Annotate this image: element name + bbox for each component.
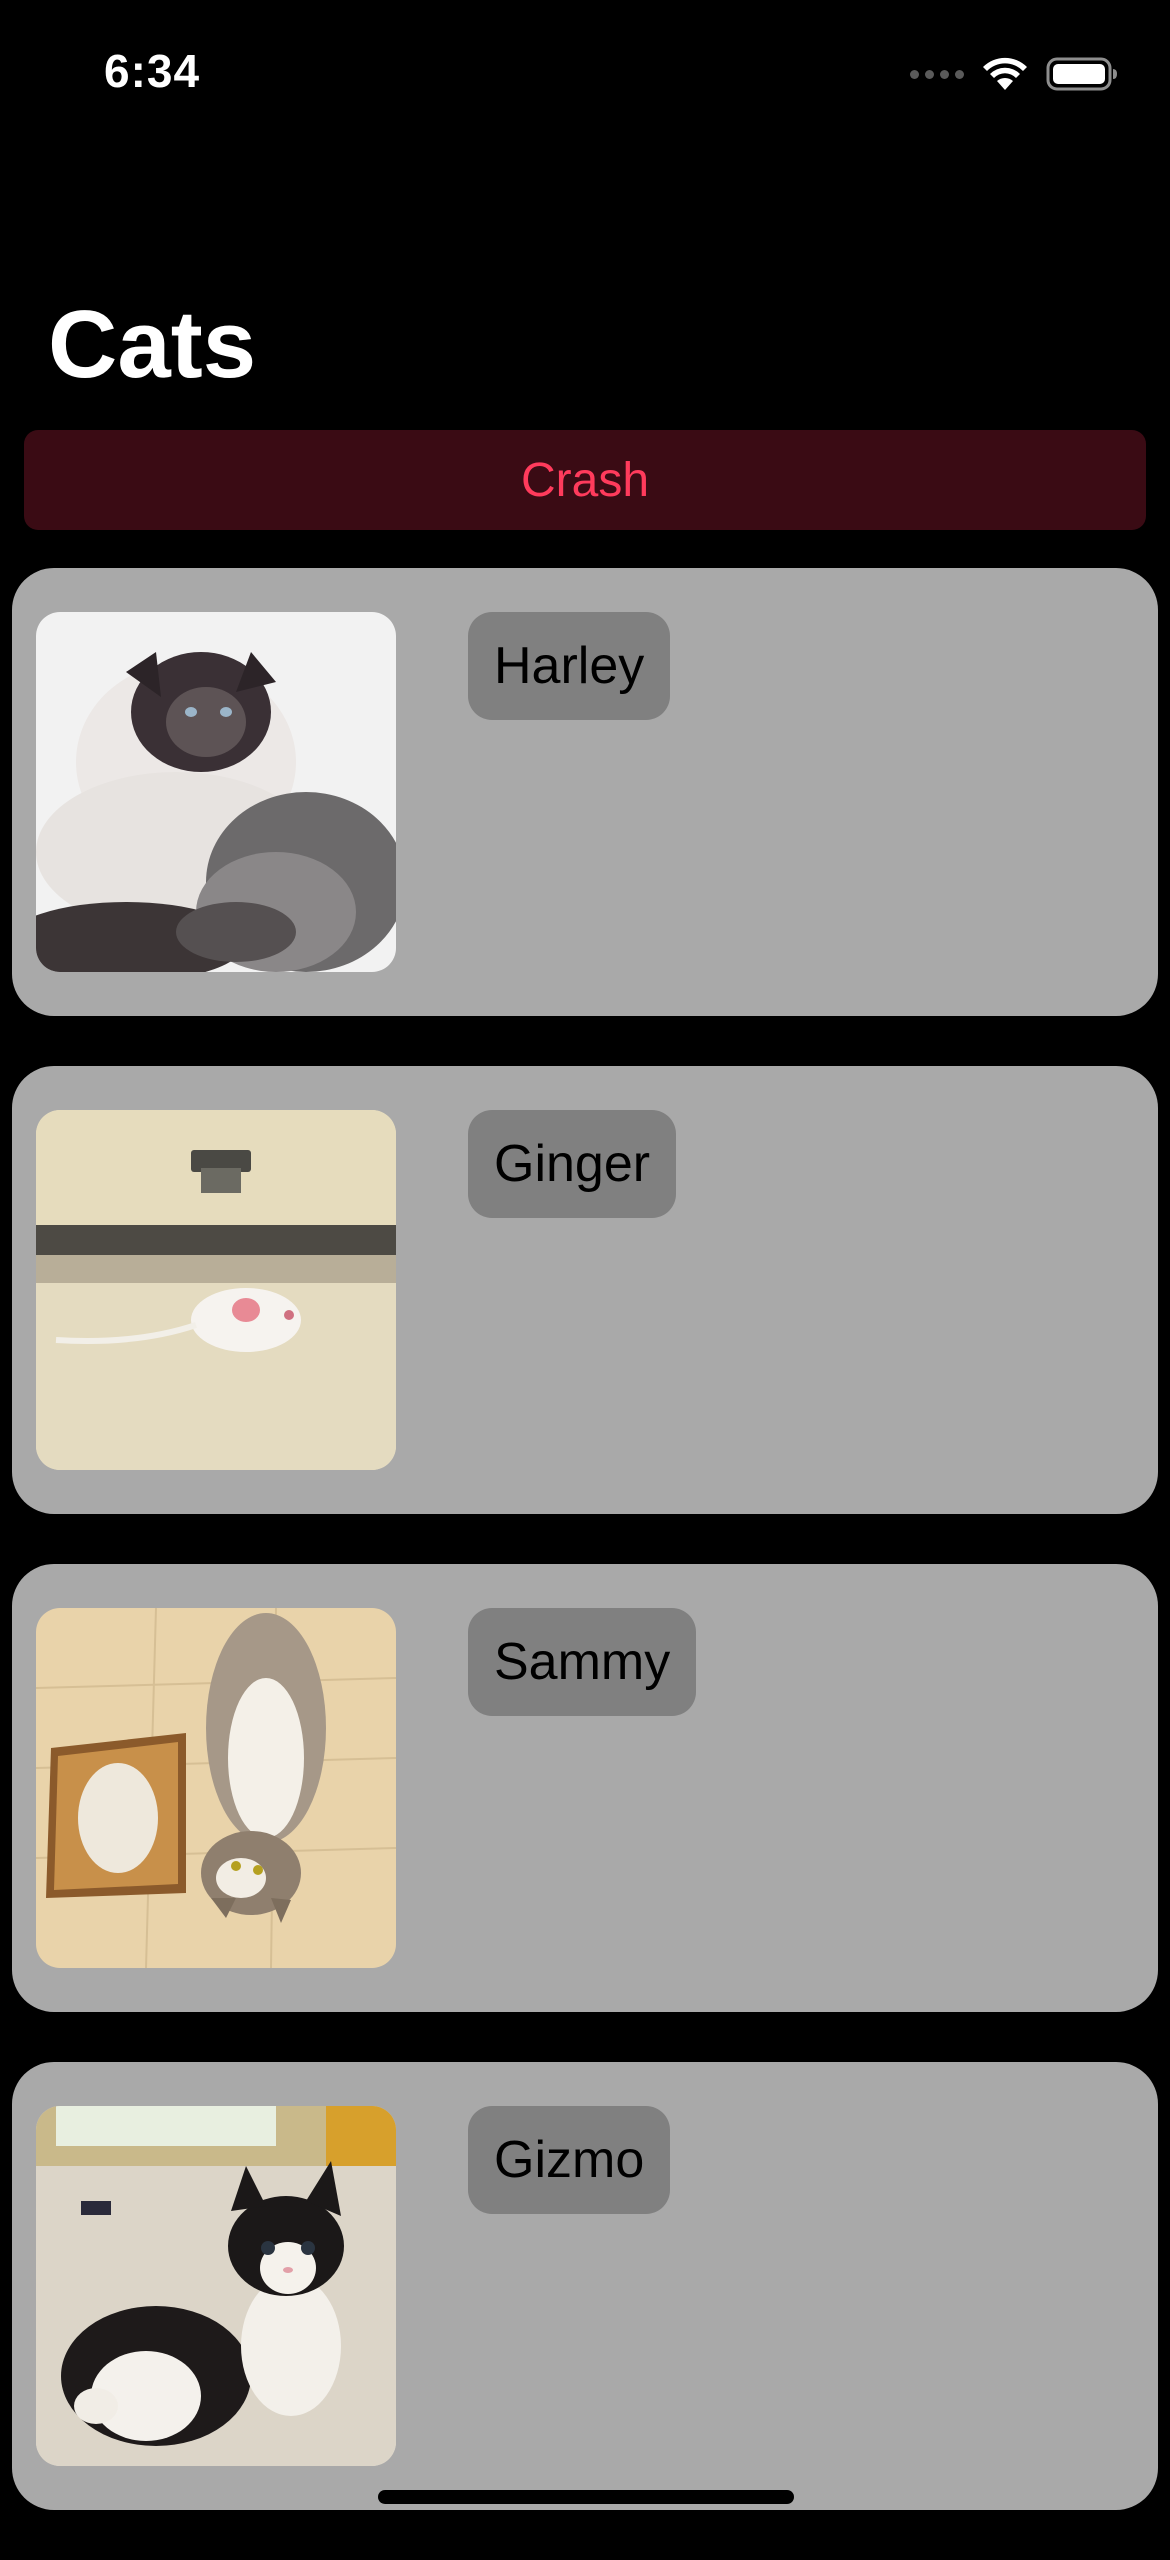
cat-name-tag: Sammy <box>468 1608 697 1716</box>
cat-name-tag: Harley <box>468 612 671 720</box>
cat-name-tag: Ginger <box>468 1110 677 1218</box>
status-bar: 6:34 <box>0 0 1170 150</box>
cat-card-sammy[interactable]: Sammy <box>12 1564 1158 2012</box>
cat-card-harley[interactable]: Harley <box>12 568 1158 1016</box>
cat-photo-sammy <box>36 1608 396 1968</box>
cat-card-ginger[interactable]: Ginger <box>12 1066 1158 1514</box>
cellular-signal-icon <box>910 69 964 79</box>
cat-photo-gizmo <box>36 2106 396 2466</box>
status-time: 6:34 <box>104 45 201 97</box>
page-title: Cats <box>48 291 257 398</box>
cat-list: Harley Ginger Sammy Gizmo <box>12 568 1158 2560</box>
cat-photo-harley <box>36 612 396 972</box>
cat-card-gizmo[interactable]: Gizmo <box>12 2062 1158 2510</box>
cat-photo-ginger <box>36 1110 396 1470</box>
crash-button[interactable]: Crash <box>24 430 1146 530</box>
battery-icon <box>1046 57 1117 91</box>
cat-name-tag: Gizmo <box>468 2106 671 2214</box>
wifi-icon <box>983 57 1027 90</box>
status-icons <box>910 52 1118 96</box>
home-indicator[interactable] <box>378 2490 794 2504</box>
